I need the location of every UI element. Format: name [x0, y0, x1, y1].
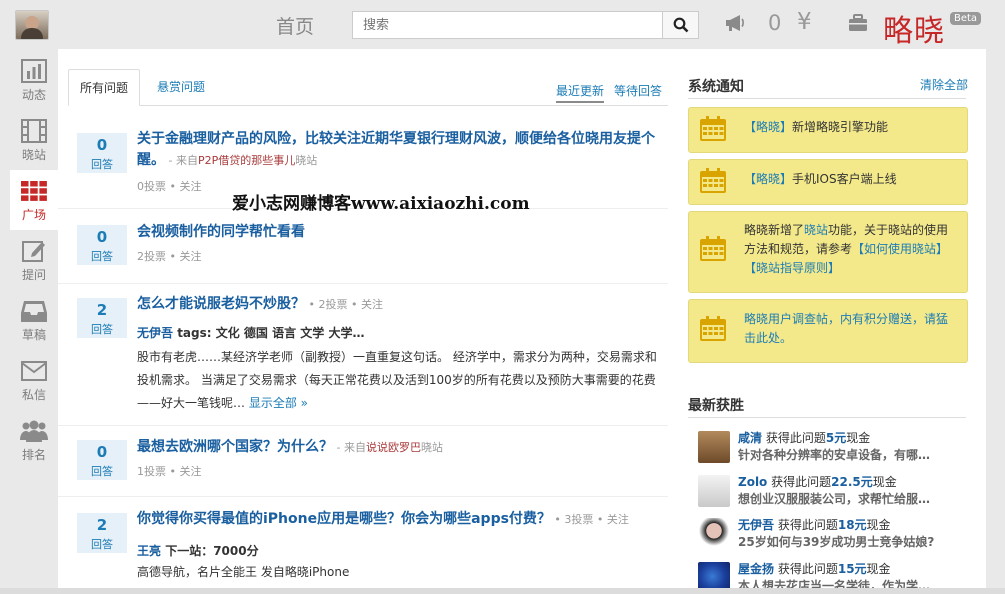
- question-title[interactable]: 会视频制作的同学帮忙看看: [137, 222, 657, 243]
- sidebar-item-label: 草稿: [21, 328, 46, 342]
- divider: [688, 417, 966, 418]
- question-title[interactable]: 最想去欧洲哪个国家？为什么？ - 来自说说欧罗巴晓站: [137, 437, 657, 458]
- sidebar-item-label: 排名: [21, 448, 46, 462]
- answer-author: 王亮 下一站：7000分: [137, 544, 259, 558]
- answer-count[interactable]: 2 回答: [77, 298, 127, 338]
- winner-item[interactable]: 无伊吾 获得此问题18元现金 25岁如何与39岁成功男士竞争姑娘?: [688, 518, 968, 558]
- user-avatar[interactable]: [15, 10, 49, 40]
- calendar-icon: [700, 316, 726, 341]
- notification-count[interactable]: 0: [768, 11, 781, 35]
- mail-icon: [21, 361, 47, 381]
- answer-body: 高德导航，名片全能王 发自略晓iPhone: [137, 565, 350, 579]
- briefcase-icon[interactable]: [848, 14, 868, 32]
- brand-logo[interactable]: 略晓: [883, 6, 945, 50]
- sidebar-item-ask[interactable]: 提问: [10, 230, 58, 290]
- answer-count[interactable]: 0 回答: [77, 133, 127, 173]
- users-icon: [20, 420, 48, 442]
- sidebar-item-label: 提问: [21, 268, 46, 282]
- how-to-use-link[interactable]: 【如何使用晓站】: [852, 242, 948, 256]
- answer-count[interactable]: 0 回答: [77, 225, 127, 265]
- answer-body: 股市有老虎……某经济学老师（副教授）一直重复这句话。 经济学中，需求分为两种，交…: [137, 350, 657, 410]
- winner-avatar[interactable]: [698, 431, 730, 463]
- sidebar-item-ranking[interactable]: 排名: [10, 410, 58, 470]
- edit-icon: [22, 241, 45, 262]
- answer-count[interactable]: 0 回答: [77, 440, 127, 480]
- sort-recent[interactable]: 最近更新: [556, 82, 605, 103]
- sidebar-item-label: 私信: [21, 388, 46, 402]
- winners-title: 最新获胜: [688, 398, 744, 414]
- answer-author: 无伊吾 tags: 文化 德国 语言 文学 大学…: [137, 326, 365, 340]
- question-stats[interactable]: 1投票 • 关注: [137, 463, 201, 479]
- search-button[interactable]: [662, 11, 699, 39]
- calendar-icon: [700, 168, 726, 193]
- question-item: 2 回答 你觉得你买得最值的iPhone应用是哪些？你会为哪些apps付费？ • …: [58, 497, 668, 594]
- megaphone-icon[interactable]: [724, 13, 746, 33]
- question-title[interactable]: 怎么才能说服老妈不炒股？ • 2投票 • 关注: [137, 294, 657, 315]
- guideline-link[interactable]: 【晓站指导原则】: [744, 261, 840, 275]
- calendar-icon: [700, 236, 726, 261]
- winner-avatar[interactable]: [698, 475, 730, 507]
- question-item: 2 回答 怎么才能说服老妈不炒股？ • 2投票 • 关注 无伊吾 tags: 文化…: [58, 284, 668, 426]
- bar-chart-icon: [21, 59, 47, 83]
- clear-all-link[interactable]: 清除全部: [920, 76, 968, 93]
- notice-item[interactable]: 略晓新增了晓站功能，关于晓站的使用方法和规范，请参考【如何使用晓站】【晓站指导原…: [688, 211, 968, 293]
- answer-count[interactable]: 2 回答: [77, 513, 127, 553]
- bottom-edge: [0, 588, 1005, 594]
- sidebar-item-activity[interactable]: 动态: [10, 50, 58, 110]
- notices-title: 系统通知: [688, 79, 744, 95]
- beta-badge: Beta: [950, 12, 982, 25]
- sidebar-item-stations[interactable]: 晓站: [10, 110, 58, 170]
- currency-icon[interactable]: ¥: [797, 9, 812, 35]
- sidebar-item-messages[interactable]: 私信: [10, 350, 58, 410]
- notice-item[interactable]: 【略晓】新增略晓引擎功能: [688, 107, 968, 153]
- watermark-text: 爱小志网赚博客www.aixiaozhi.com: [232, 194, 530, 214]
- grid-icon: [21, 181, 47, 201]
- question-stats[interactable]: 0投票 • 关注: [137, 178, 201, 194]
- question-stats[interactable]: 2投票 • 关注: [137, 248, 201, 264]
- sidebar-item-drafts[interactable]: 草稿: [10, 290, 58, 350]
- film-icon: [21, 119, 47, 143]
- notice-item[interactable]: 略晓用户调查帖，内有积分赠送，请猛击此处。: [688, 299, 968, 363]
- page-title[interactable]: 首页: [276, 12, 314, 39]
- search-icon: [673, 17, 688, 33]
- divider: [688, 98, 966, 99]
- question-title[interactable]: 关于金融理财产品的风险，比较关注近期华夏银行理财风波，顺便给各位晓用友提个醒。 …: [137, 129, 657, 171]
- tab-bounty-questions[interactable]: 悬赏问题: [146, 69, 216, 106]
- question-item: 0 回答 会视频制作的同学帮忙看看 2投票 • 关注: [58, 209, 668, 284]
- sidebar-item-label: 晓站: [21, 148, 46, 162]
- winner-item[interactable]: 咸清 获得此问题5元现金 针对各种分辨率的安卓设备，有哪…: [688, 431, 968, 471]
- sidebar-item-plaza[interactable]: 广场: [10, 170, 58, 230]
- sort-waiting[interactable]: 等待回答: [614, 82, 662, 99]
- question-tabs: 所有问题 悬赏问题 最近更新 等待回答: [68, 69, 668, 106]
- notice-item[interactable]: 【略晓】手机IOS客户端上线: [688, 159, 968, 205]
- main-panel: 所有问题 悬赏问题 最近更新 等待回答 0 回答 关于金融理财产品的风险，比较关注…: [58, 49, 986, 594]
- inbox-icon: [21, 301, 47, 322]
- tab-all-questions[interactable]: 所有问题: [68, 69, 141, 106]
- winner-item[interactable]: Zolo 获得此问题22.5元现金 想创业汉服服装公司，求帮忙给服…: [688, 475, 968, 515]
- winner-avatar[interactable]: [698, 518, 730, 550]
- top-bar: 首页 0 ¥ 略晓 Beta: [0, 0, 1005, 50]
- question-item: 0 回答 最想去欧洲哪个国家？为什么？ - 来自说说欧罗巴晓站 1投票 • 关注: [58, 426, 668, 497]
- sidebar-item-label: 动态: [21, 88, 46, 102]
- question-source[interactable]: 说说欧罗巴: [366, 441, 421, 454]
- question-title[interactable]: 你觉得你买得最值的iPhone应用是哪些？你会为哪些apps付费？ • 3投票 …: [137, 509, 657, 530]
- show-all-link[interactable]: 显示全部 »: [245, 396, 308, 410]
- question-source[interactable]: P2P借贷的那些事儿: [198, 154, 295, 167]
- calendar-icon: [700, 116, 726, 141]
- sidebar-item-label: 广场: [21, 208, 46, 222]
- search-input[interactable]: [352, 11, 664, 39]
